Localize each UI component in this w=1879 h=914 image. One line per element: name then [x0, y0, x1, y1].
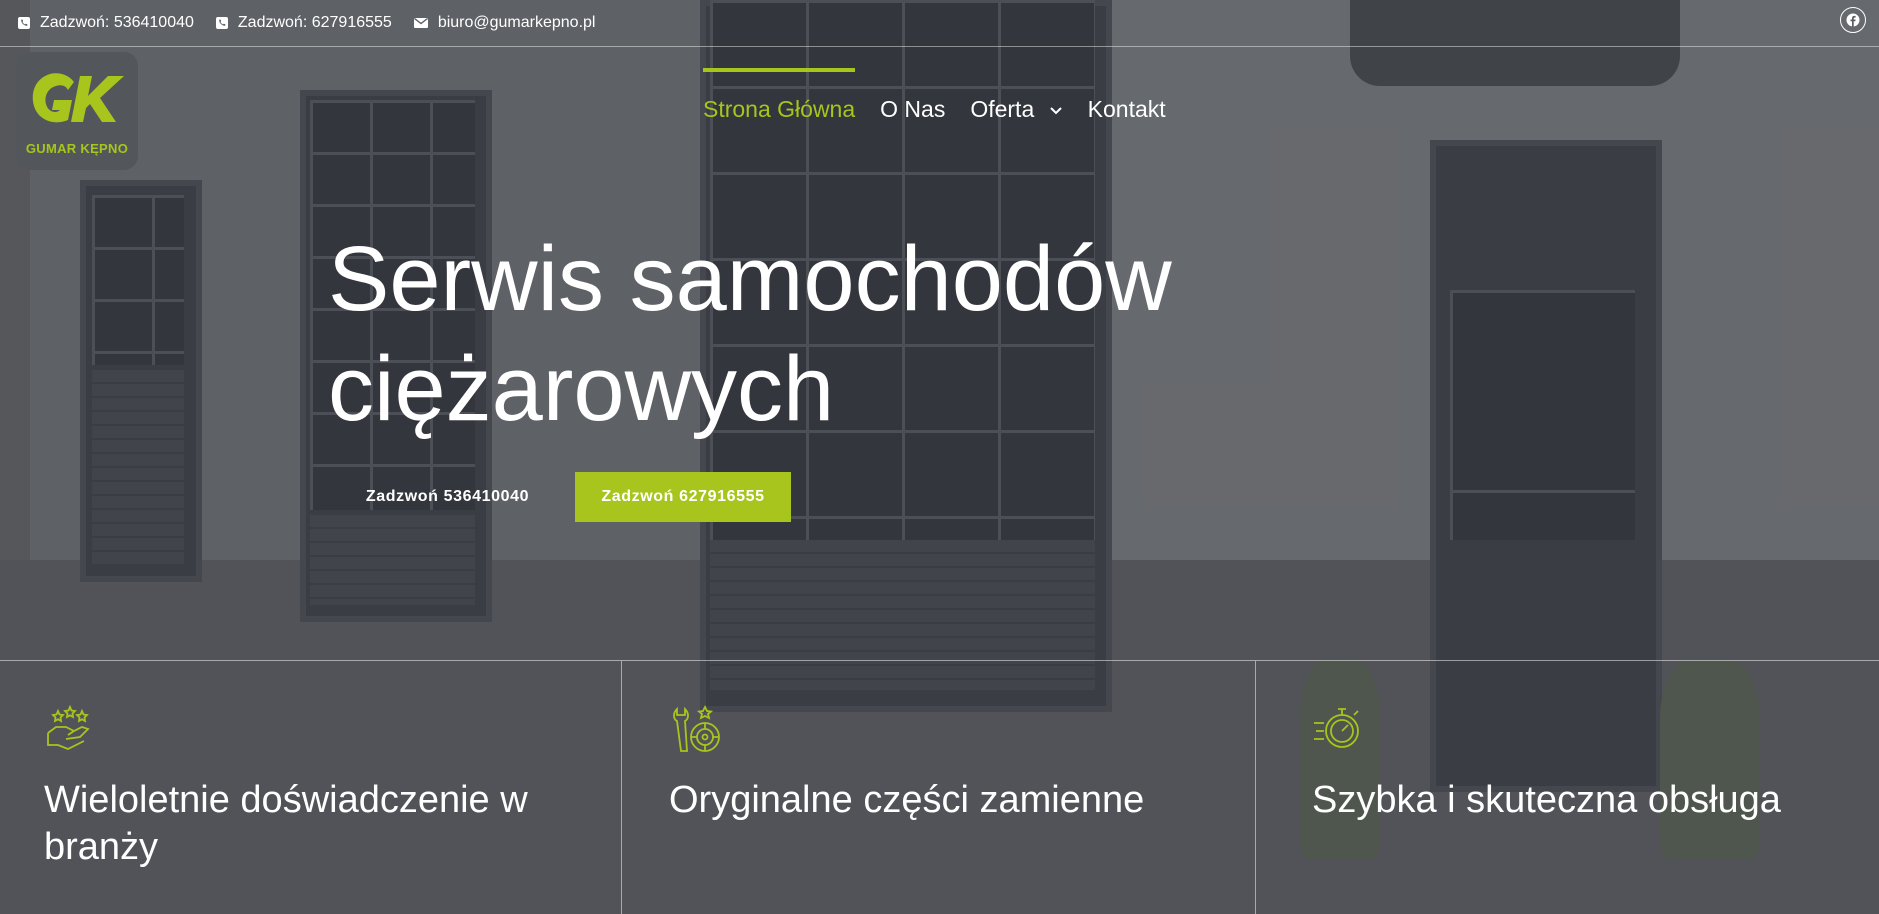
site-logo[interactable]: GUMAR KĘPNO: [16, 52, 138, 170]
facebook-link[interactable]: [1840, 7, 1866, 33]
hero-title-line-1: Serwis samochodów: [328, 228, 1172, 330]
feature-experience: Wieloletnie doświadczenie w branży: [0, 661, 622, 914]
nav-item-oferta[interactable]: Oferta: [970, 68, 1062, 123]
hand-stars-icon: [47, 704, 90, 750]
page: Zadzwoń: 536410040 Zadzwoń: 627916555 bi…: [0, 0, 1879, 914]
feature-title: Szybka i skuteczna obsługa: [1312, 779, 1781, 821]
nav-item-strona-glowna[interactable]: Strona Główna: [703, 68, 856, 123]
logo-text: GUMAR KĘPNO: [25, 141, 129, 156]
envelope-icon: [413, 17, 428, 28]
nav-label: Kontakt: [1087, 96, 1166, 122]
contact-phone-2-text: Zadzwoń: 627916555: [237, 14, 392, 31]
main-nav: Strona Główna O Nas Oferta Kontakt: [703, 68, 1191, 122]
call-button-2[interactable]: Zadzwoń 627916555: [575, 472, 791, 522]
wrench-tire-icon: [673, 704, 720, 752]
contact-phone-2[interactable]: Zadzwoń: 627916555: [215, 14, 392, 32]
facebook-icon: [1846, 13, 1860, 27]
fast-stopwatch-icon: [1314, 708, 1359, 748]
contact-email[interactable]: biuro@gumarkepno.pl: [413, 14, 596, 32]
nav-label: Strona Główna: [703, 96, 856, 122]
hero-title: Serwis samochodów ciężarowych: [328, 224, 1328, 444]
features-row: Wieloletnie doświadczenie w branży Orygi…: [0, 660, 1879, 914]
nav-item-kontakt[interactable]: Kontakt: [1088, 68, 1166, 123]
feature-title: Wieloletnie doświadczenie w branży: [44, 779, 528, 868]
chevron-down-icon: [1049, 107, 1062, 115]
phone-icon: [215, 17, 228, 29]
top-contact-bar: Zadzwoń: 536410040 Zadzwoń: 627916555 bi…: [0, 0, 1879, 47]
feature-title: Oryginalne części zamienne: [669, 779, 1145, 821]
nav-label: O Nas: [880, 96, 946, 122]
feature-fast-service: Szybka i skuteczna obsługa: [1256, 661, 1879, 914]
contact-email-text: biuro@gumarkepno.pl: [437, 14, 596, 31]
contact-phone-1[interactable]: Zadzwoń: 536410040: [18, 14, 194, 32]
phone-icon: [18, 17, 30, 29]
call-button-1[interactable]: Zadzwoń 536410040: [340, 472, 555, 522]
contact-phone-1-text: Zadzwoń: 536410040: [40, 14, 194, 31]
feature-parts: Oryginalne części zamienne: [622, 661, 1256, 914]
nav-label: Oferta: [970, 96, 1035, 122]
nav-item-o-nas[interactable]: O Nas: [880, 68, 945, 123]
hero-title-line-2: ciężarowych: [328, 338, 835, 440]
